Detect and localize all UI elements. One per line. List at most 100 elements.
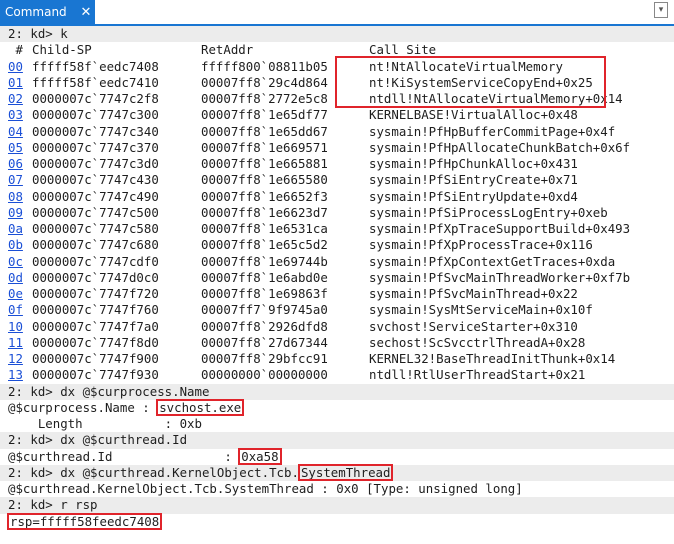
stack-frame-row: 08 0000007c`7747c490 00007ff8`1e6652f3 sysm… [0, 189, 674, 205]
stack-frame-row: 11 0000007c`7747f8d0 00007ff8`27d67344 sech… [0, 335, 674, 351]
frame-index-link[interactable]: 06 [8, 156, 32, 172]
header-call-site: Call Site [369, 42, 437, 58]
frame-index-link[interactable]: 03 [8, 107, 32, 123]
frame-child-sp: 0000007c`7747f900 [32, 351, 159, 366]
stack-frame-row: 00 fffff58f`eedc7408 fffff800`08811b05 nt!N… [0, 59, 674, 75]
frame-call-site: sysmain!PfHpAllocateChunkBatch+0x6f [369, 139, 631, 155]
frame-call-site: sysmain!SysMtServiceMain+0x10f [369, 302, 593, 318]
close-icon[interactable]: ✕ [77, 5, 95, 20]
frame-index-link[interactable]: 0f [8, 302, 32, 318]
frame-child-sp: 0000007c`7747c370 [32, 139, 159, 155]
frame-call-site: KERNELBASE!VirtualAlloc+0x48 [369, 107, 578, 123]
frame-index-link[interactable]: 02 [8, 91, 32, 107]
stack-frames: 00 fffff58f`eedc7408 fffff800`08811b05 nt!N… [0, 59, 674, 384]
frame-call-site: KERNEL32!BaseThreadInitThunk+0x14 [369, 351, 616, 366]
stack-frame-row: 09 0000007c`7747c500 00007ff8`1e6623d7 sysm… [0, 205, 674, 221]
dx-name-length: Length : 0xb [8, 416, 202, 431]
frame-call-site: svchost!ServiceStarter+0x310 [369, 318, 578, 334]
frame-child-sp: 0000007c`7747f760 [32, 302, 159, 318]
frame-index-link[interactable]: 0b [8, 237, 32, 253]
tab-command[interactable]: Command ✕ [0, 0, 95, 24]
thread-id-value: 0xa58 [238, 447, 282, 465]
stack-frame-row: 0d 0000007c`7747d0c0 00007ff8`1e6abd0e sysm… [0, 270, 674, 286]
frame-child-sp: 0000007c`7747f930 [32, 367, 159, 383]
frame-index-link[interactable]: 07 [8, 172, 32, 188]
frame-index-link[interactable]: 0c [8, 254, 32, 270]
command-line-dx-system-thread: 2: kd> dx @$curthread.KernelObject.Tcb. S… [0, 463, 674, 481]
stack-frame-row: 0b 0000007c`7747c680 00007ff8`1e65c5d2 sysm… [0, 237, 674, 253]
frame-child-sp: 0000007c`7747c3d0 [32, 156, 159, 171]
frame-retaddr: 00007ff8`27d67344 [201, 334, 328, 350]
system-thread-highlight: SystemThread [297, 463, 394, 481]
frame-child-sp: 0000007c`7747f720 [32, 286, 159, 301]
frame-call-site: sysmain!PfXpTraceSupportBuild+0x493 [369, 221, 631, 236]
frame-retaddr: 00007ff7`9f9745a0 [201, 302, 328, 318]
frame-call-site: sysmain!PfSvcMainThread+0x22 [369, 286, 578, 301]
frame-index-link[interactable]: 00 [8, 59, 32, 75]
stack-frame-row: 07 0000007c`7747c430 00007ff8`1e665580 sysm… [0, 172, 674, 188]
frame-retaddr: 00000000`00000000 [201, 367, 328, 383]
frame-retaddr: 00007ff8`1e669571 [201, 139, 328, 155]
frame-call-site: sysmain!PfXpProcessTrace+0x116 [369, 237, 593, 253]
command-line-dx-thread-id: 2: kd> dx @$curthread.Id [0, 432, 674, 449]
frame-call-site: ntdll!NtAllocateVirtualMemory+0x14 [369, 91, 623, 106]
frame-call-site: ntdll!RtlUserThreadStart+0x21 [369, 367, 586, 383]
frame-index-link[interactable]: 12 [8, 351, 32, 367]
frame-index-link[interactable]: 11 [8, 335, 32, 351]
frame-call-site: sysmain!PfHpChunkAlloc+0x431 [369, 156, 578, 171]
frame-index-link[interactable]: 13 [8, 367, 32, 383]
frame-child-sp: 0000007c`7747f8d0 [32, 334, 159, 350]
frame-index-link[interactable]: 08 [8, 189, 32, 205]
frame-retaddr: 00007ff8`29c4d864 [201, 74, 328, 90]
frame-index-link[interactable]: 05 [8, 140, 32, 156]
frame-index-link[interactable]: 01 [8, 75, 32, 91]
frame-call-site: sechost!ScSvcctrlThreadA+0x28 [369, 334, 586, 350]
stack-frame-row: 0a 0000007c`7747c580 00007ff8`1e6531ca sysm… [0, 221, 674, 237]
frame-child-sp: 0000007c`7747f7a0 [32, 318, 159, 334]
frame-child-sp: 0000007c`7747c500 [32, 204, 159, 220]
frame-retaddr: 00007ff8`2926dfd8 [201, 318, 328, 334]
frame-retaddr: 00007ff8`1e665881 [201, 156, 328, 171]
stack-frame-row: 10 0000007c`7747f7a0 00007ff8`2926dfd8 svch… [0, 319, 674, 335]
dx-system-thread-result: @$curthread.KernelObject.Tcb.SystemThrea… [8, 481, 523, 496]
stack-frame-row: 13 0000007c`7747f930 00000000`00000000 ntdl… [0, 367, 674, 383]
frame-index-link[interactable]: 09 [8, 205, 32, 221]
frame-child-sp: 0000007c`7747c430 [32, 172, 159, 188]
tab-command-label: Command [5, 5, 67, 19]
stack-frame-row: 05 0000007c`7747c370 00007ff8`1e669571 sysm… [0, 140, 674, 156]
dx-thread-id-result: @$curthread.Id : 0xa58 [0, 447, 674, 465]
stack-frame-row: 02 0000007c`7747c2f8 00007ff8`2772e5c8 ntdl… [0, 91, 674, 107]
frame-index-link[interactable]: 0e [8, 286, 32, 302]
frame-index-link[interactable]: 04 [8, 124, 32, 140]
dx-system-thread-cmd: 2: kd> dx @$curthread.KernelObject.Tcb. [8, 464, 299, 480]
frame-retaddr: 00007ff8`29bfcc91 [201, 351, 328, 366]
frame-child-sp: 0000007c`7747c2f8 [32, 91, 159, 106]
frame-retaddr: 00007ff8`1e665580 [201, 172, 328, 188]
frame-call-site: sysmain!PfXpContextGetTraces+0xda [369, 253, 616, 269]
frame-child-sp: 0000007c`7747c340 [32, 123, 159, 139]
stack-frame-row: 06 0000007c`7747c3d0 00007ff8`1e665881 sysm… [0, 156, 674, 172]
frame-retaddr: 00007ff8`1e69863f [201, 286, 328, 301]
frame-retaddr: 00007ff8`1e65dd67 [201, 123, 328, 139]
command-output: 2: kd> k # Child-SP RetAddr Call Site 00… [0, 26, 674, 530]
frame-retaddr: 00007ff8`1e69744b [201, 253, 328, 269]
frame-index-link[interactable]: 10 [8, 319, 32, 335]
frame-child-sp: 0000007c`7747c680 [32, 237, 159, 253]
frame-call-site: sysmain!PfSvcMainThreadWorker+0xf7b [369, 269, 631, 285]
chevron-down-icon[interactable]: ▾ [654, 2, 668, 18]
frame-index-link[interactable]: 0a [8, 221, 32, 237]
header-retaddr: RetAddr [201, 42, 254, 58]
frame-call-site: nt!NtAllocateVirtualMemory [369, 58, 563, 74]
frame-child-sp: 0000007c`7747c490 [32, 188, 159, 204]
frame-child-sp: fffff58f`eedc7410 [32, 74, 159, 90]
frame-retaddr: 00007ff8`1e65c5d2 [201, 237, 328, 253]
frame-child-sp: 0000007c`7747c580 [32, 221, 159, 236]
frame-retaddr: 00007ff8`1e6531ca [201, 221, 328, 236]
frame-call-site: sysmain!PfHpBufferCommitPage+0x4f [369, 123, 616, 139]
stack-frame-row: 03 0000007c`7747c300 00007ff8`1e65df77 KERN… [0, 107, 674, 123]
frame-child-sp: 0000007c`7747cdf0 [32, 253, 159, 269]
frame-retaddr: 00007ff8`1e65df77 [201, 107, 328, 123]
header-index: # [8, 42, 23, 58]
frame-child-sp: fffff58f`eedc7408 [32, 58, 159, 74]
frame-index-link[interactable]: 0d [8, 270, 32, 286]
